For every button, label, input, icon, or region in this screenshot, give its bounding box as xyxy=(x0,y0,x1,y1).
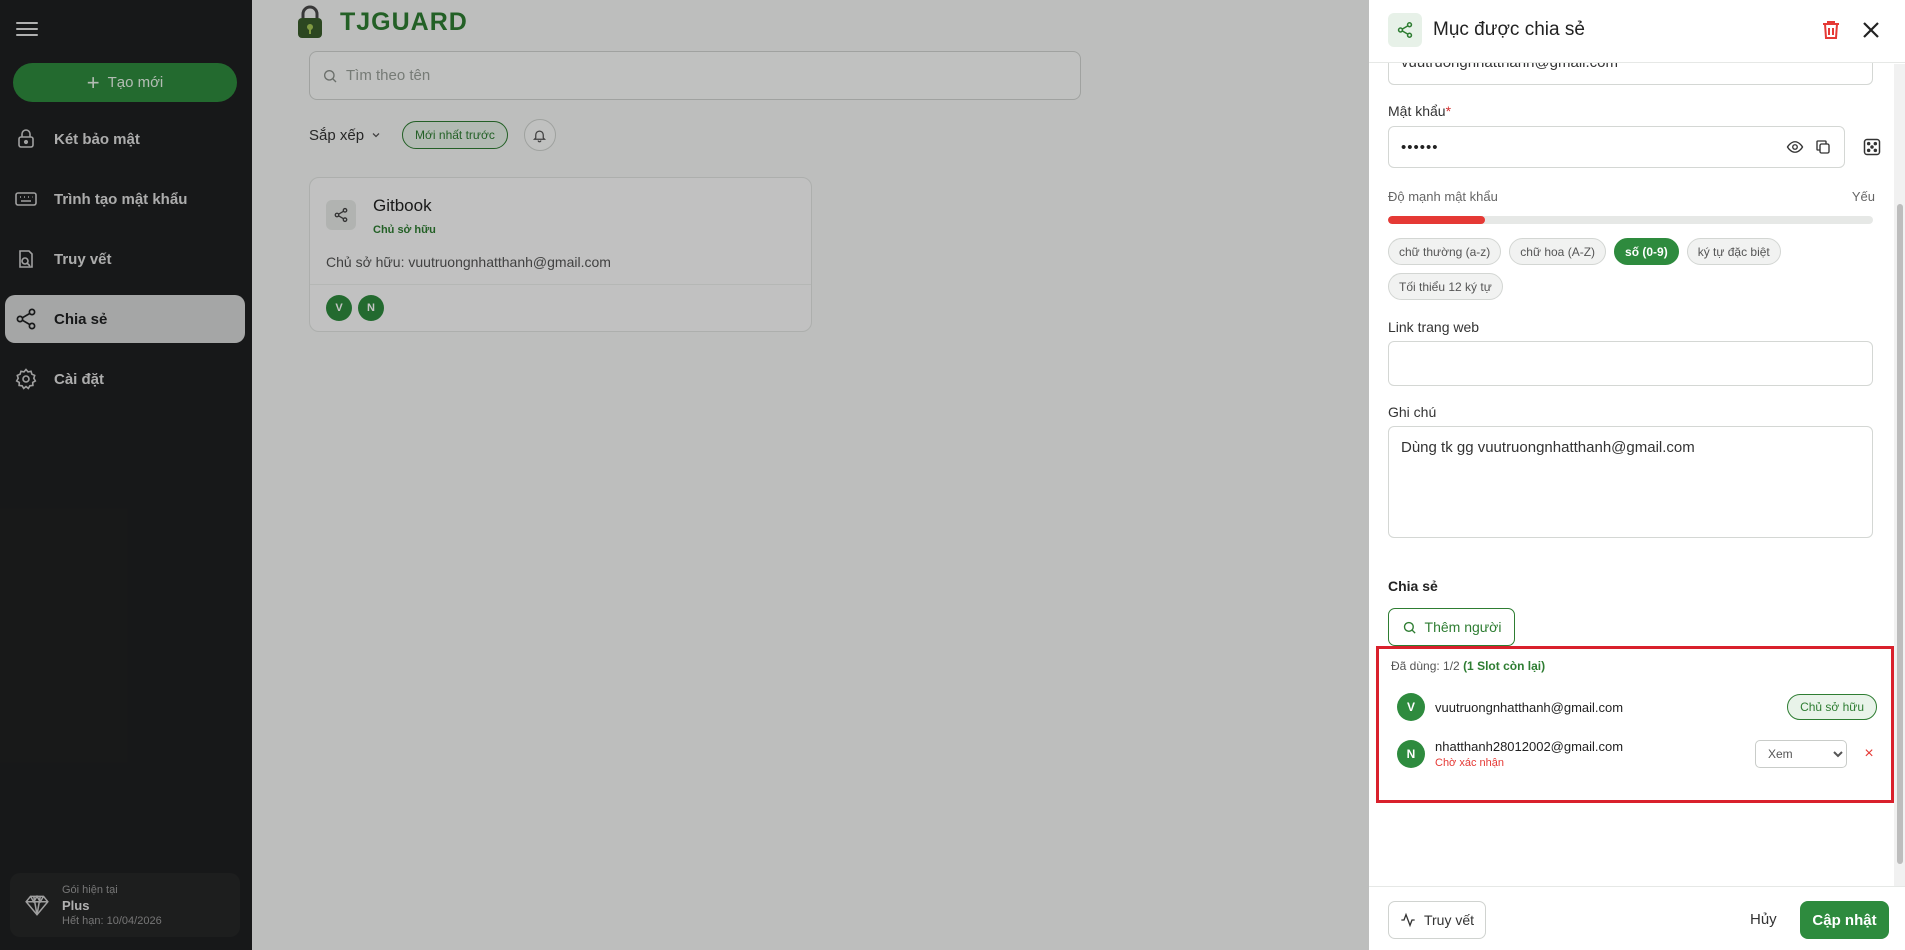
owner-badge: Chủ sở hữu xyxy=(1787,694,1877,720)
trace-label: Truy vết xyxy=(1423,912,1475,928)
member-row: N nhatthanh28012002@gmail.com Chờ xác nh… xyxy=(1397,739,1877,769)
trace-button[interactable]: Truy vết xyxy=(1388,901,1486,939)
cancel-button[interactable]: Hủy xyxy=(1750,911,1777,928)
panel-scrollbar[interactable] xyxy=(1894,64,1905,886)
usage-slot: (1 Slot còn lại) xyxy=(1463,659,1546,673)
update-button[interactable]: Cập nhật xyxy=(1800,901,1889,939)
copy-icon[interactable] xyxy=(1814,138,1832,156)
password-requirements: chữ thường (a-z) chữ hoa (A-Z) số (0-9) … xyxy=(1388,238,1888,300)
req-min-length: Tối thiểu 12 ký tự xyxy=(1388,273,1503,300)
note-label: Ghi chú xyxy=(1388,404,1437,420)
modal-backdrop[interactable] xyxy=(0,0,1369,950)
member-email: nhatthanh28012002@gmail.com xyxy=(1435,739,1624,754)
req-uppercase: chữ hoa (A-Z) xyxy=(1509,238,1607,265)
member-status: Chờ xác nhận xyxy=(1435,757,1504,769)
trash-icon[interactable] xyxy=(1819,18,1843,42)
req-lowercase: chữ thường (a-z) xyxy=(1388,238,1502,265)
share-members-box: Đã dùng: 1/2 (1 Slot còn lại) V vuutruon… xyxy=(1376,646,1894,803)
permission-select[interactable]: Xem xyxy=(1755,740,1847,768)
share-section-title: Chia sẻ xyxy=(1388,578,1438,594)
add-person-button[interactable]: Thêm người xyxy=(1388,608,1515,646)
avatar: N xyxy=(1397,740,1425,768)
password-label-text: Mật khẩu xyxy=(1388,103,1446,119)
password-field[interactable]: •••••• xyxy=(1388,126,1845,168)
strength-label: Độ mạnh mật khẩu xyxy=(1388,189,1498,204)
website-input[interactable] xyxy=(1388,341,1873,386)
activity-icon xyxy=(1401,912,1415,928)
avatar: V xyxy=(1397,693,1425,721)
add-person-label: Thêm người xyxy=(1424,619,1502,635)
member-row: V vuutruongnhatthanh@gmail.com Chủ sở hữ… xyxy=(1397,693,1877,721)
password-value: •••••• xyxy=(1401,138,1439,156)
dice-icon[interactable] xyxy=(1862,137,1882,157)
usage-text: Đã dùng: 1/2 xyxy=(1391,659,1460,673)
strength-value: Yếu xyxy=(1851,189,1875,204)
share-icon xyxy=(1397,22,1413,38)
member-email: vuutruongnhatthanh@gmail.com xyxy=(1435,699,1624,715)
panel-footer: Truy vết Hủy Cập nhật xyxy=(1369,886,1905,950)
note-textarea[interactable]: Dùng tk gg vuutruongnhatthanh@gmail.com xyxy=(1388,426,1873,538)
panel-title: Mục được chia sẻ xyxy=(1433,19,1585,40)
remove-member-icon[interactable]: × xyxy=(1861,745,1877,763)
panel-header: Mục được chia sẻ xyxy=(1369,0,1905,63)
req-special: ký tự đặc biệt xyxy=(1686,238,1781,265)
panel-share-icon xyxy=(1388,13,1422,47)
slot-usage: Đã dùng: 1/2 (1 Slot còn lại) xyxy=(1391,659,1545,673)
strength-fill xyxy=(1388,216,1485,224)
eye-icon[interactable] xyxy=(1786,138,1804,156)
req-digit: số (0-9) xyxy=(1614,238,1679,265)
search-icon xyxy=(1403,621,1416,634)
password-label: Mật khẩu* xyxy=(1388,103,1451,119)
strength-bar xyxy=(1388,216,1873,224)
close-icon[interactable] xyxy=(1859,18,1883,42)
shared-item-panel: vuutruongnhatthanh@gmail.com Mật khẩu* •… xyxy=(1369,0,1905,950)
scrollbar-thumb[interactable] xyxy=(1897,204,1903,864)
website-label: Link trang web xyxy=(1388,319,1480,335)
required-mark: * xyxy=(1445,103,1452,119)
